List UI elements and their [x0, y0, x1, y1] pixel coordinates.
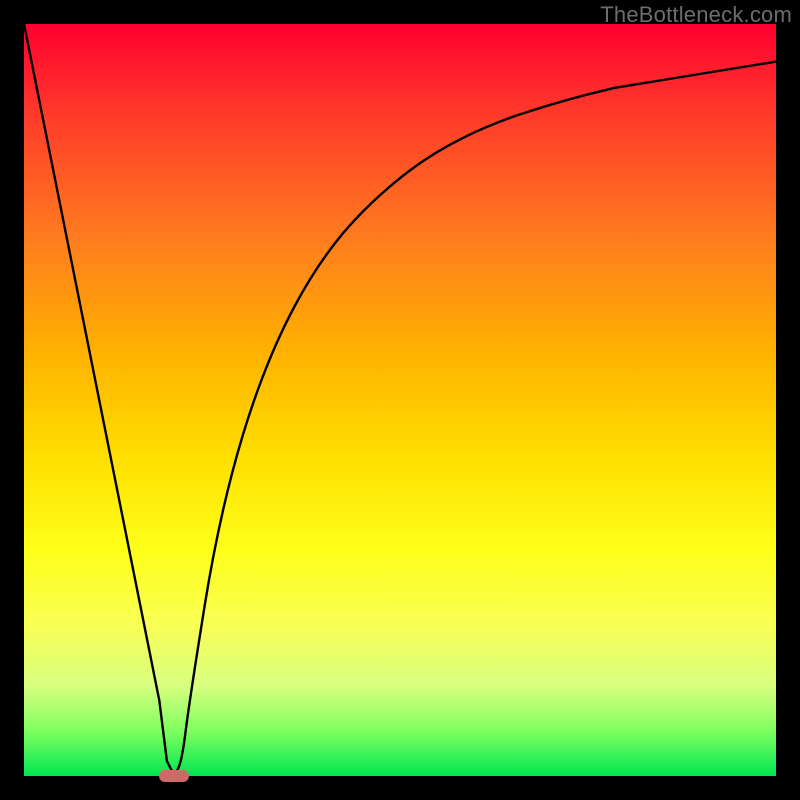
watermark-text: TheBottleneck.com [600, 2, 792, 28]
chart-curve-svg [24, 24, 776, 776]
optimal-point-marker [159, 770, 189, 781]
bottleneck-curve [24, 24, 776, 772]
